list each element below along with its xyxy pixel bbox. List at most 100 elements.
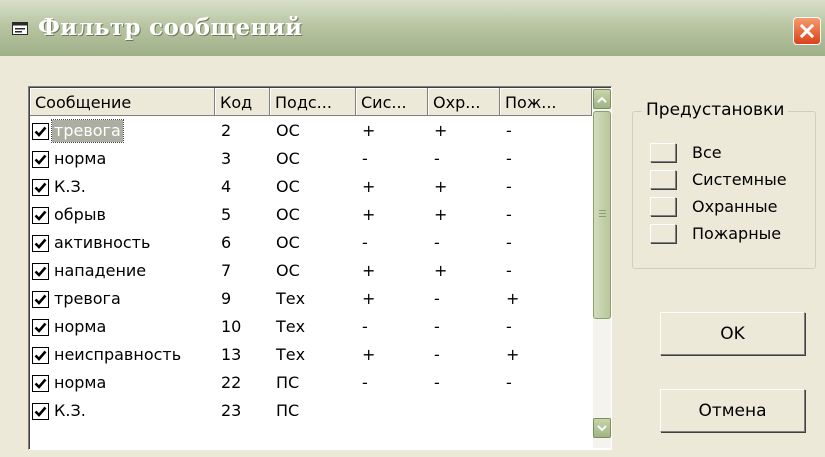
scroll-grip	[599, 216, 606, 217]
security-cell: -	[434, 317, 440, 336]
cancel-button[interactable]: Отмена	[660, 389, 805, 432]
chevron-down-icon	[597, 424, 607, 431]
security-cell: +	[434, 261, 448, 280]
presets-groupbox	[632, 111, 816, 269]
table-row[interactable]: норма 3 ОС - - -	[32, 145, 591, 173]
window-icon	[12, 22, 28, 35]
subsystem-cell: ПС	[276, 401, 300, 420]
message-cell: К.З.	[32, 397, 214, 425]
fire-cell: -	[506, 121, 512, 140]
row-checkbox[interactable]	[32, 150, 49, 168]
column-header-message[interactable]: Сообщение	[30, 88, 215, 116]
subsystem-cell: ОС	[276, 261, 300, 280]
checkmark-icon	[34, 294, 47, 305]
column-header-code[interactable]: Код	[215, 88, 270, 116]
table-row[interactable]: К.З. 4 ОС + + -	[32, 173, 591, 201]
row-checkbox[interactable]	[32, 318, 49, 336]
system-cell: +	[362, 121, 376, 140]
code-cell: 5	[221, 205, 232, 224]
security-cell: +	[434, 205, 448, 224]
code-cell: 23	[221, 401, 242, 420]
row-checkbox[interactable]	[32, 206, 49, 224]
code-cell: 3	[221, 149, 232, 168]
security-cell: -	[434, 233, 440, 252]
code-cell: 7	[221, 261, 232, 280]
table-row[interactable]: активность 6 ОС - - -	[32, 229, 591, 257]
message-cell: неисправность	[32, 341, 214, 369]
subsystem-cell: ОС	[276, 177, 300, 196]
column-header-subsystem[interactable]: Подс...	[270, 88, 356, 116]
title-bar[interactable]: Фильтр сообщений	[0, 0, 825, 56]
table-row[interactable]: тревога 2 ОС + + -	[32, 117, 591, 145]
scroll-thumb[interactable]	[593, 111, 611, 319]
table-row[interactable]: К.З. 23 ПС	[32, 397, 591, 425]
message-cell: тревога	[32, 117, 214, 145]
message-text: норма	[54, 373, 107, 392]
security-cell: -	[434, 373, 440, 392]
checkmark-icon	[34, 378, 47, 389]
message-cell: К.З.	[32, 173, 214, 201]
preset-security-label: Охранные	[692, 197, 778, 216]
preset-security-button[interactable]	[650, 197, 676, 216]
table-row[interactable]: тревога 9 Тех + - +	[32, 285, 591, 313]
fire-cell: -	[506, 373, 512, 392]
message-cell: активность	[32, 229, 214, 257]
message-cell: обрыв	[32, 201, 214, 229]
scroll-grip	[599, 213, 606, 214]
column-header-fire[interactable]: Пож...	[500, 88, 592, 116]
message-text: нападение	[54, 261, 147, 280]
subsystem-cell: ОС	[276, 233, 300, 252]
column-header-system[interactable]: Сис...	[356, 88, 428, 116]
message-cell: тревога	[32, 285, 214, 313]
message-list[interactable]: Сообщение Код Подс... Сис... Охр... Пож.…	[28, 86, 612, 450]
preset-system-button[interactable]	[650, 170, 676, 189]
code-cell: 4	[221, 177, 232, 196]
checkmark-icon	[34, 238, 47, 249]
subsystem-cell: ОС	[276, 121, 300, 140]
row-checkbox[interactable]	[32, 234, 49, 252]
ok-button[interactable]: OK	[660, 312, 805, 355]
close-button[interactable]	[793, 17, 821, 45]
table-row[interactable]: норма 22 ПС - - -	[32, 369, 591, 397]
preset-all-button[interactable]	[650, 143, 676, 162]
row-checkbox[interactable]	[32, 346, 49, 364]
preset-fire-button[interactable]	[650, 224, 676, 243]
table-row[interactable]: неисправность 13 Тех + - +	[32, 341, 591, 369]
system-cell: -	[362, 317, 368, 336]
row-checkbox[interactable]	[32, 374, 49, 392]
code-cell: 9	[221, 289, 232, 308]
row-checkbox[interactable]	[32, 402, 49, 420]
preset-fire-label: Пожарные	[692, 224, 782, 243]
system-cell: +	[362, 345, 376, 364]
checkmark-icon	[34, 266, 47, 277]
system-cell: -	[362, 233, 368, 252]
security-cell: +	[434, 121, 448, 140]
checkmark-icon	[34, 210, 47, 221]
message-text: обрыв	[54, 205, 106, 224]
fire-cell: -	[506, 149, 512, 168]
row-checkbox[interactable]	[32, 290, 49, 308]
system-cell: +	[362, 177, 376, 196]
scroll-down-button[interactable]	[593, 418, 611, 438]
message-text: К.З.	[54, 401, 86, 420]
checkmark-icon	[34, 350, 47, 361]
code-cell: 6	[221, 233, 232, 252]
table-row[interactable]: норма 10 Тех - - -	[32, 313, 591, 341]
presets-title: Предустановки	[642, 100, 789, 120]
system-cell: -	[362, 373, 368, 392]
message-text: тревога	[54, 289, 121, 308]
row-checkbox[interactable]	[32, 178, 49, 196]
close-icon	[799, 23, 815, 39]
row-checkbox[interactable]	[32, 262, 49, 280]
system-cell	[355, 397, 427, 425]
message-text: норма	[54, 149, 107, 168]
column-header-security[interactable]: Охр...	[428, 88, 500, 116]
security-cell	[427, 397, 499, 425]
code-cell: 22	[221, 373, 242, 392]
table-row[interactable]: нападение 7 ОС + + -	[32, 257, 591, 285]
vertical-scrollbar[interactable]	[593, 88, 611, 448]
row-checkbox[interactable]	[32, 122, 49, 140]
scroll-up-button[interactable]	[593, 89, 611, 109]
table-row[interactable]: обрыв 5 ОС + + -	[32, 201, 591, 229]
code-cell: 2	[221, 121, 232, 140]
